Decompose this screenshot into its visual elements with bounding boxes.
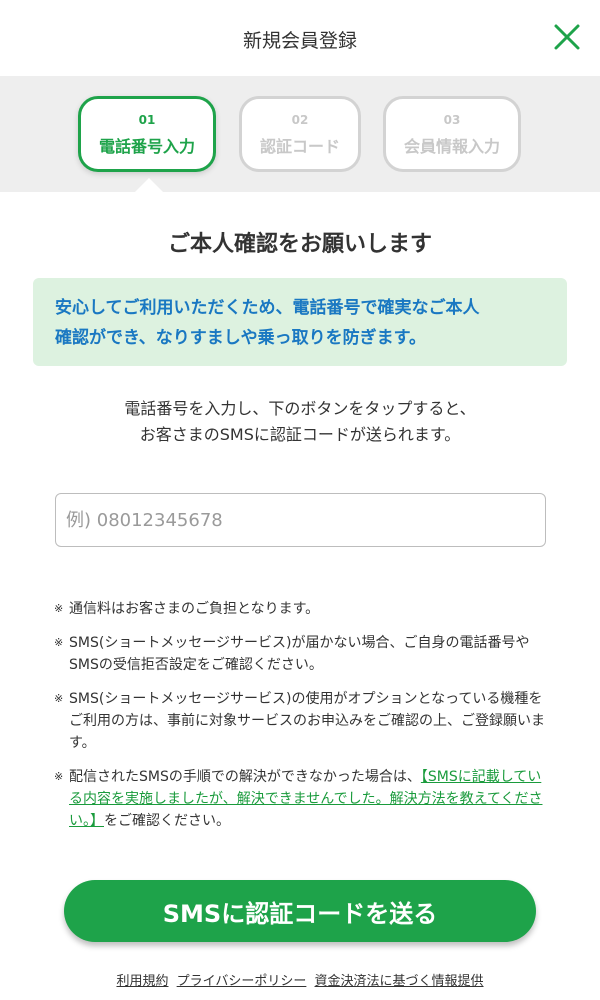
footer-links: 利用規約 プライバシーポリシー 資金決済法に基づく情報提供 — [0, 970, 600, 989]
note-text-suffix: をご確認ください。 — [104, 813, 230, 829]
terms-link[interactable]: 利用規約 — [116, 974, 168, 989]
send-sms-code-button[interactable]: SMSに認証コードを送る — [64, 880, 536, 942]
close-icon[interactable] — [552, 22, 582, 52]
notice-line-2: 確認ができ、なりすましや乗っ取りを防ぎます。 — [55, 328, 426, 348]
header: 新規会員登録 — [0, 0, 600, 76]
instruction-line-1: 電話番号を入力し、下のボタンをタップすると、 — [124, 399, 476, 418]
note-mark: ※ — [54, 602, 64, 615]
step-label: 認証コード — [259, 137, 340, 156]
step-member-info: 03 会員情報入力 — [383, 96, 521, 172]
main-heading: ご本人確認をお願いします — [167, 232, 432, 257]
instruction-line-2: お客さまのSMSに認証コードが送られます。 — [139, 425, 461, 444]
note-item: ※ 通信料はお客さまのご負担となります。 — [54, 598, 554, 620]
instruction-text: 電話番号を入力し、下のボタンをタップすると、 お客さまのSMSに認証コードが送ら… — [0, 396, 600, 448]
page-title: 新規会員登録 — [242, 30, 357, 52]
note-text: SMS(ショートメッセージサービス)が届かない場合、ご自身の電話番号やSMSの受… — [69, 635, 530, 673]
note-item: ※ SMS(ショートメッセージサービス)の使用がオプションとなっている機種をご利… — [54, 688, 554, 754]
step-label: 電話番号入力 — [98, 137, 195, 156]
privacy-policy-link[interactable]: プライバシーポリシー — [177, 974, 307, 989]
note-mark: ※ — [54, 770, 64, 783]
note-mark: ※ — [54, 692, 64, 705]
step-label: 会員情報入力 — [403, 137, 500, 156]
note-text: 通信料はお客さまのご負担となります。 — [69, 601, 320, 617]
note-text-prefix: 配信されたSMSの手順での解決ができなかった場合は、 — [69, 769, 421, 785]
step-number: 02 — [291, 113, 309, 127]
step-phone-number: 01 電話番号入力 — [78, 96, 216, 172]
active-step-pointer — [135, 178, 163, 192]
notice-line-1: 安心してご利用いただくため、電話番号で確実なご本人 — [55, 298, 480, 318]
step-number: 03 — [443, 113, 461, 127]
note-text: SMS(ショートメッセージサービス)の使用がオプションとなっている機種をご利用の… — [69, 691, 545, 751]
phone-number-input[interactable] — [55, 493, 546, 547]
step-indicator: 01 電話番号入力 02 認証コード 03 会員情報入力 — [0, 76, 600, 192]
note-item: ※ 配信されたSMSの手順での解決ができなかった場合は、【SMSに記載している内… — [54, 766, 554, 832]
note-item: ※ SMS(ショートメッセージサービス)が届かない場合、ご自身の電話番号やSMS… — [54, 632, 554, 676]
note-mark: ※ — [54, 636, 64, 649]
payment-act-info-link[interactable]: 資金決済法に基づく情報提供 — [315, 974, 484, 989]
step-number: 01 — [138, 113, 156, 127]
notice-box: 安心してご利用いただくため、電話番号で確実なご本人 確認ができ、なりすましや乗っ… — [33, 278, 567, 366]
step-auth-code: 02 認証コード — [239, 96, 361, 172]
notes-list: ※ 通信料はお客さまのご負担となります。 ※ SMS(ショートメッセージサービス… — [54, 598, 554, 844]
